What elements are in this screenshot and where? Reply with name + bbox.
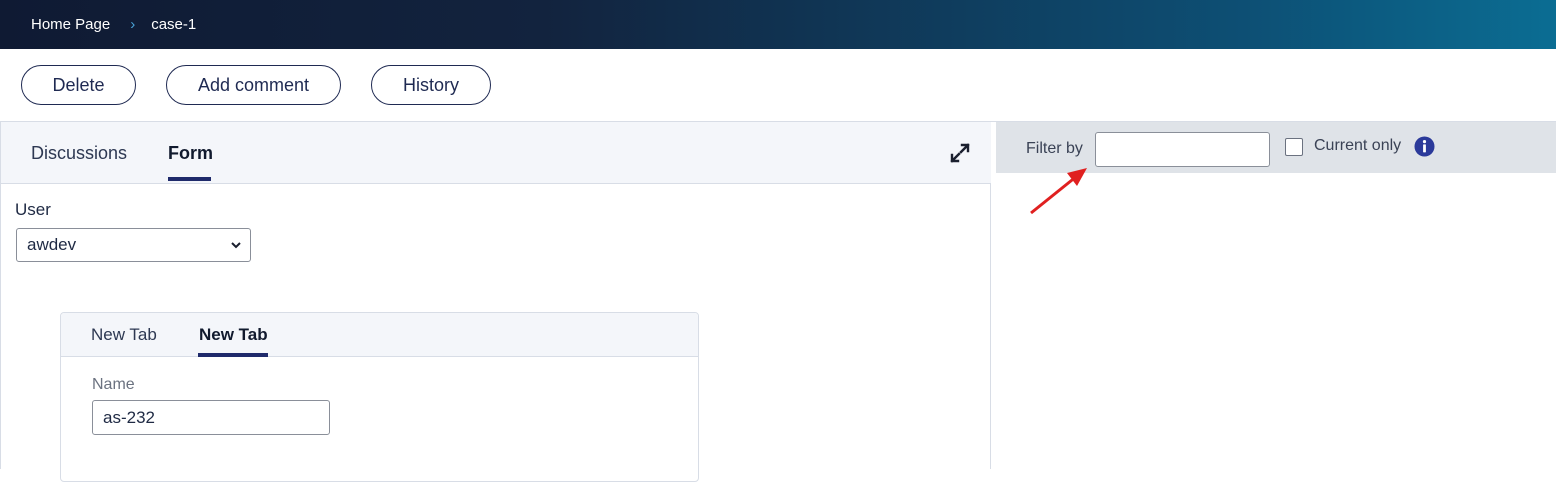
history-button[interactable]: History — [371, 65, 491, 105]
subtab-active-indicator — [198, 353, 268, 357]
subtab-bar: New Tab New Tab — [61, 313, 698, 357]
user-select[interactable]: awdev — [16, 228, 251, 262]
subtab-new-tab-2[interactable]: New Tab — [199, 325, 268, 345]
breadcrumb-current: case-1 — [151, 16, 197, 33]
current-only-checkbox[interactable] — [1285, 138, 1303, 156]
filter-label: Filter by — [1026, 140, 1083, 157]
tab-active-indicator — [168, 177, 211, 181]
breadcrumb: Home Page › case-1 — [0, 0, 1556, 49]
delete-button[interactable]: Delete — [21, 65, 136, 105]
form-panel: Discussions Form User awdev New Tab New … — [0, 122, 991, 482]
tab-form[interactable]: Form — [168, 143, 213, 164]
current-only-label[interactable]: Current only — [1314, 137, 1401, 155]
filter-input[interactable] — [1095, 132, 1270, 167]
user-select-value: awdev — [27, 235, 77, 254]
add-comment-button[interactable]: Add comment — [166, 65, 341, 105]
chevron-down-icon — [231, 242, 241, 249]
expand-icon[interactable] — [949, 142, 971, 164]
name-field[interactable]: as-232 — [92, 400, 330, 435]
annotation-arrow-icon — [1030, 168, 1087, 215]
subtab-new-tab-1[interactable]: New Tab — [91, 325, 157, 345]
tab-discussions[interactable]: Discussions — [31, 143, 127, 164]
user-label: User — [15, 200, 51, 219]
name-label: Name — [92, 376, 135, 393]
action-toolbar: Delete Add comment History — [0, 49, 1556, 122]
tab-container: New Tab New Tab Name as-232 — [60, 312, 699, 482]
breadcrumb-separator-icon: › — [130, 16, 136, 33]
panel-tabbar: Discussions Form — [1, 122, 991, 184]
breadcrumb-home-link[interactable]: Home Page — [31, 16, 110, 33]
info-icon[interactable] — [1414, 136, 1435, 157]
